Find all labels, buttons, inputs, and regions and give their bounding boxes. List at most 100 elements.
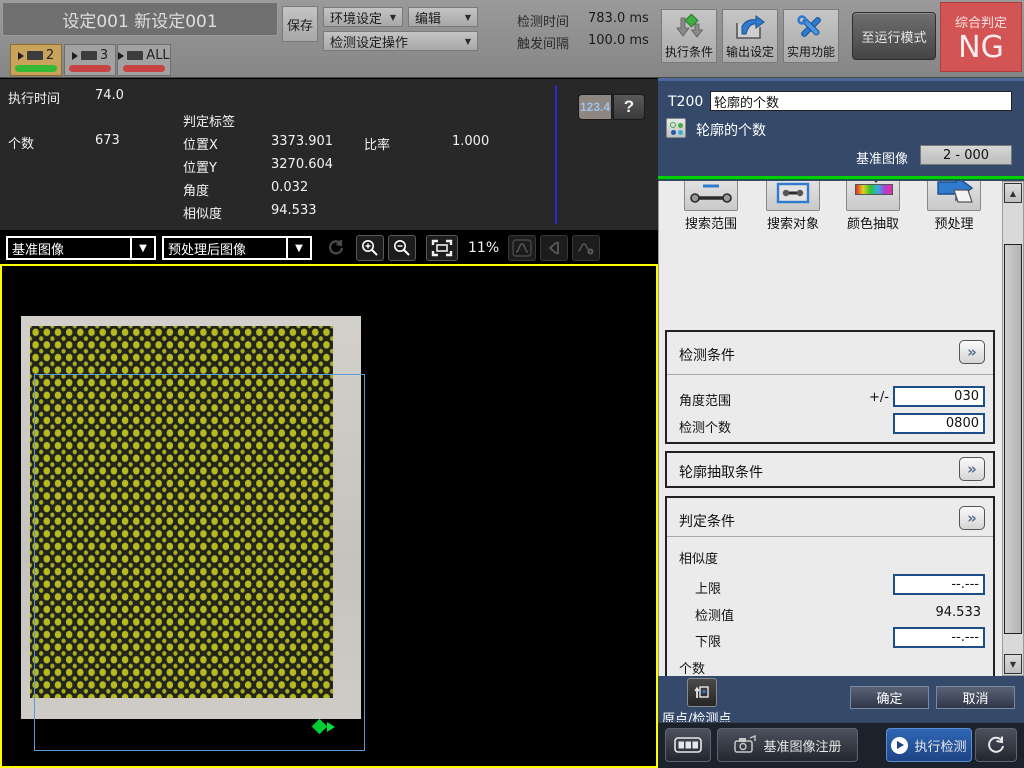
overall-judgement-panel: 综合判定 NG	[940, 2, 1022, 72]
chevron-down-icon: ▼	[130, 238, 154, 258]
switch-to-run-mode-button[interactable]: 至运行模式	[852, 12, 936, 60]
expand-detection-condition-button[interactable]: »	[959, 340, 985, 364]
execution-condition-button[interactable]: 执行条件	[661, 9, 717, 63]
register-reference-image-button[interactable]: 基准图像注册	[717, 728, 858, 762]
tab-status-ng	[69, 65, 111, 72]
angle-range-input[interactable]: 030	[893, 386, 985, 407]
tab-camera-2[interactable]: 2	[10, 44, 62, 76]
execution-condition-label: 执行条件	[665, 43, 713, 60]
zoom-out-button[interactable]	[388, 235, 416, 261]
bottom-action-bar: 基准图像注册 执行检测	[658, 722, 1024, 768]
judge-tag-label: 判定标签	[183, 111, 235, 130]
search-target-button[interactable]	[766, 181, 820, 211]
chevron-down-icon: ▼	[390, 13, 396, 22]
tab-all[interactable]: ALL	[117, 44, 171, 76]
utility-tools-icon	[796, 14, 826, 42]
search-range-label: 搜索范围	[684, 213, 738, 232]
tab-label: ALL	[146, 48, 169, 63]
inspection-settings-menu[interactable]: 检测设定操作 ▼	[323, 31, 478, 51]
edit-menu-label: 编辑	[415, 8, 441, 27]
exec-time-value: 74.0	[95, 88, 124, 103]
contour-extraction-title: 轮廓抽取条件	[679, 462, 763, 482]
zoom-in-button[interactable]	[356, 235, 384, 261]
top-bar: 设定001 新设定001 保存 环境设定 ▼ 编辑 ▼ 检测设定操作 ▼ 2 3…	[0, 0, 1024, 78]
search-range-button[interactable]	[684, 181, 738, 211]
exec-time-label: 执行时间	[8, 88, 60, 107]
profile-display-icon	[508, 235, 536, 261]
settings-scrollbar[interactable]: ▲ ▼	[1002, 181, 1024, 676]
run-detection-label: 执行检测	[914, 736, 966, 755]
numeric-display-button[interactable]: 123.4	[578, 94, 612, 120]
tab-icon	[81, 51, 97, 60]
output-settings-icon	[734, 14, 766, 42]
contour-extraction-section: 轮廓抽取条件 »	[665, 451, 995, 488]
trigger-interval-label: 触发间隔	[517, 33, 569, 52]
detect-time-label: 检测时间	[517, 11, 569, 30]
divider	[658, 78, 1024, 81]
register-reference-image-label: 基准图像注册	[763, 736, 841, 755]
similarity-upper-input[interactable]: --.---	[893, 574, 985, 595]
scroll-up-button[interactable]: ▲	[1004, 183, 1022, 203]
detect-count-label: 检测个数	[679, 417, 731, 436]
tab-camera-3[interactable]: 3	[64, 44, 116, 76]
refresh-icon	[985, 734, 1007, 756]
position-y-value: 3270.604	[271, 157, 333, 172]
chevron-down-icon: ▼	[465, 13, 471, 22]
expand-judgement-condition-button[interactable]: »	[959, 506, 985, 530]
utility-button[interactable]: 实用功能	[783, 9, 839, 63]
expand-contour-extraction-button[interactable]: »	[959, 457, 985, 481]
utility-label: 实用功能	[787, 43, 835, 60]
run-detection-button[interactable]: 执行检测	[886, 728, 972, 762]
divider	[667, 536, 993, 537]
unit-id: T200	[668, 94, 703, 110]
detect-count-input[interactable]: 0800	[893, 413, 985, 434]
contour-count-unit-icon	[666, 118, 686, 138]
measurement-results-panel: 执行时间 74.0 个数 673 判定标签 位置X 3373.901 位置Y 3…	[0, 79, 658, 230]
image-source-value: 基准图像	[8, 239, 130, 258]
environment-settings-label: 环境设定	[330, 8, 382, 27]
similarity-value: 94.533	[271, 203, 317, 218]
similarity-measured-value: 94.533	[936, 605, 982, 620]
inspection-settings-label: 检测设定操作	[330, 32, 408, 51]
cancel-button[interactable]: 取消	[936, 686, 1015, 709]
help-button[interactable]: ?	[613, 94, 645, 120]
unit-name-input[interactable]: 轮廓的个数	[710, 91, 1012, 111]
fit-to-screen-button[interactable]	[426, 235, 458, 261]
similarity-lower-input[interactable]: --.---	[893, 627, 985, 648]
angle-range-label: 角度范围	[679, 390, 731, 409]
image-list-button[interactable]	[665, 728, 711, 762]
preprocess-button[interactable]	[927, 181, 981, 211]
save-button[interactable]: 保存	[282, 6, 318, 42]
image-source-dropdown[interactable]: 基准图像 ▼	[6, 236, 156, 260]
tab-icon	[27, 51, 43, 60]
tab-label: 3	[100, 48, 108, 63]
unit-settings-panel: T200 轮廓的个数 轮廓的个数 基准图像 2 - 000 搜索范围 搜索对象	[658, 78, 1024, 768]
trigger-interval-value: 100.0 ms	[588, 33, 649, 48]
detection-condition-section: 检测条件 » 角度范围 +/- 030 检测个数 0800	[665, 330, 995, 444]
zoom-level: 11%	[468, 240, 499, 256]
judgement-condition-title: 判定条件	[679, 511, 735, 531]
ok-button[interactable]: 确定	[850, 686, 929, 709]
origin-detection-point-button[interactable]	[687, 678, 717, 707]
similarity-measured-label: 检测值	[695, 605, 734, 624]
angle-range-prefix: +/-	[869, 390, 889, 405]
edit-menu[interactable]: 编辑 ▼	[408, 7, 478, 27]
panel-divider	[555, 85, 557, 224]
position-x-value: 3373.901	[271, 134, 333, 149]
reference-image-selector[interactable]: 2 - 000	[920, 145, 1012, 165]
display-mode-dropdown[interactable]: 预处理后图像 ▼	[162, 236, 312, 260]
refresh-button[interactable]	[975, 728, 1017, 762]
scroll-down-button[interactable]: ▼	[1004, 654, 1022, 674]
output-settings-button[interactable]: 输出设定	[722, 9, 778, 63]
detection-point-arrow	[327, 722, 335, 732]
settings-scroll-area: 搜索范围 搜索对象 颜色抽取 预处理 检测条件 » 角度范围	[658, 181, 1002, 676]
similarity-lower-label: 下限	[695, 631, 721, 650]
color-extraction-label: 颜色抽取	[846, 213, 900, 232]
tab-label: 2	[46, 48, 54, 63]
position-x-label: 位置X	[183, 134, 218, 153]
scrollbar-thumb[interactable]	[1004, 244, 1022, 634]
image-viewer-canvas[interactable]	[0, 264, 658, 768]
environment-settings-menu[interactable]: 环境设定 ▼	[323, 7, 403, 27]
tab-icon	[127, 51, 143, 60]
color-extraction-button[interactable]	[846, 181, 900, 211]
